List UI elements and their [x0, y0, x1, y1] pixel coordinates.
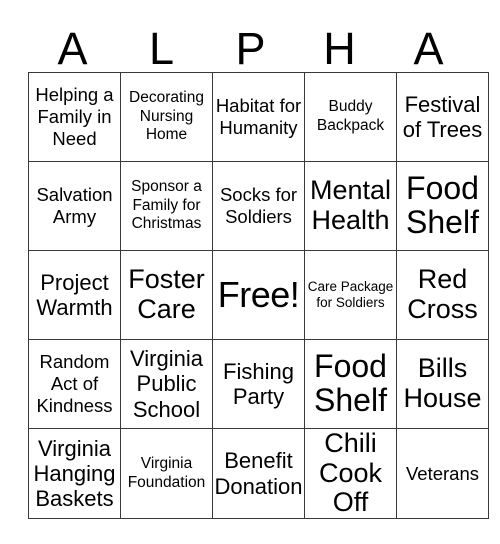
bingo-row: Project Warmth Foster Care Free! Care Pa…	[28, 250, 489, 340]
bingo-cell-label: Sponsor a Family for Christmas	[131, 178, 202, 233]
bingo-card: A L P H A Helping a Family in Need Decor…	[28, 16, 489, 520]
bingo-cell[interactable]: Helping a Family in Need	[28, 72, 121, 162]
bingo-cell[interactable]: Sponsor a Family for Christmas	[120, 161, 213, 251]
header-letter-4: H	[323, 23, 356, 74]
bingo-cell[interactable]: Random Act of Kindness	[28, 339, 121, 429]
bingo-cell[interactable]: Socks for Soldiers	[212, 161, 305, 251]
bingo-cell[interactable]: Virginia Public School	[120, 339, 213, 429]
bingo-cell[interactable]: Project Warmth	[28, 250, 121, 340]
bingo-cell-label: Helping a Family in Need	[35, 84, 114, 149]
bingo-cell-label: Buddy Backpack	[316, 98, 385, 134]
bingo-cell-label: Foster Care	[128, 264, 205, 324]
bingo-cell[interactable]: Red Cross	[396, 250, 489, 340]
bingo-cell-label: Benefit Donation	[214, 448, 303, 499]
bingo-cell-label: Mental Health	[309, 175, 392, 235]
bingo-cell[interactable]: Fishing Party	[212, 339, 305, 429]
bingo-cell-label: Decorating Nursing Home	[129, 89, 204, 144]
bingo-cell-label: Veterans	[405, 462, 480, 484]
bingo-cell-label: Chili Cook Off	[318, 428, 383, 518]
bingo-cell-label: Bills House	[403, 353, 482, 413]
header-letter-2: L	[148, 23, 175, 74]
bingo-cell-label: Socks for Soldiers	[219, 184, 298, 227]
bingo-cell[interactable]: Food Shelf	[396, 161, 489, 251]
bingo-cell[interactable]: Festival of Trees	[396, 72, 489, 162]
bingo-cell[interactable]: Food Shelf	[304, 339, 397, 429]
bingo-cell-free[interactable]: Free!	[212, 250, 305, 340]
bingo-row: Virginia Hanging Baskets Virginia Founda…	[28, 427, 489, 520]
bingo-row: Random Act of Kindness Virginia Public S…	[28, 339, 489, 429]
bingo-cell[interactable]: Bills House	[396, 339, 489, 429]
bingo-cell[interactable]: Benefit Donation	[212, 427, 305, 520]
bingo-cell-label: Virginia Hanging Baskets	[33, 435, 116, 512]
bingo-grid: Helping a Family in Need Decorating Nurs…	[28, 72, 489, 520]
bingo-cell-label: Food Shelf	[406, 170, 479, 240]
bingo-row: Helping a Family in Need Decorating Nurs…	[28, 72, 489, 162]
bingo-cell-label: Habitat for Humanity	[215, 95, 302, 138]
bingo-cell[interactable]: Salvation Army	[28, 161, 121, 251]
bingo-cell-label: Care Package for Soldiers	[307, 278, 394, 310]
header-letter-5: A	[413, 23, 444, 74]
free-space-label: Free!	[217, 274, 300, 315]
bingo-cell[interactable]: Mental Health	[304, 161, 397, 251]
bingo-cell[interactable]: Habitat for Humanity	[212, 72, 305, 162]
bingo-cell[interactable]: Virginia Foundation	[120, 427, 213, 520]
bingo-cell-label: Project Warmth	[36, 269, 113, 320]
bingo-cell-label: Food Shelf	[314, 348, 387, 418]
bingo-header-row: A L P H A	[28, 16, 473, 72]
bingo-cell[interactable]: Veterans	[396, 427, 489, 520]
bingo-cell-label: Fishing Party	[223, 358, 294, 409]
bingo-cell-label: Salvation Army	[36, 184, 113, 227]
bingo-cell[interactable]: Buddy Backpack	[304, 72, 397, 162]
bingo-cell-label: Virginia Public School	[130, 346, 203, 422]
bingo-cell-label: Random Act of Kindness	[36, 351, 113, 416]
bingo-cell[interactable]: Chili Cook Off	[304, 427, 397, 520]
header-letter-3: P	[235, 23, 266, 74]
bingo-cell-label: Festival of Trees	[402, 91, 483, 142]
bingo-row: Salvation Army Sponsor a Family for Chri…	[28, 161, 489, 251]
bingo-cell[interactable]: Virginia Hanging Baskets	[28, 427, 121, 520]
bingo-cell-label: Virginia Foundation	[127, 454, 206, 491]
bingo-cell[interactable]: Foster Care	[120, 250, 213, 340]
bingo-cell-label: Red Cross	[407, 264, 478, 324]
bingo-cell[interactable]: Decorating Nursing Home	[120, 72, 213, 162]
header-letter-1: A	[57, 23, 88, 74]
bingo-cell[interactable]: Care Package for Soldiers	[304, 250, 397, 340]
